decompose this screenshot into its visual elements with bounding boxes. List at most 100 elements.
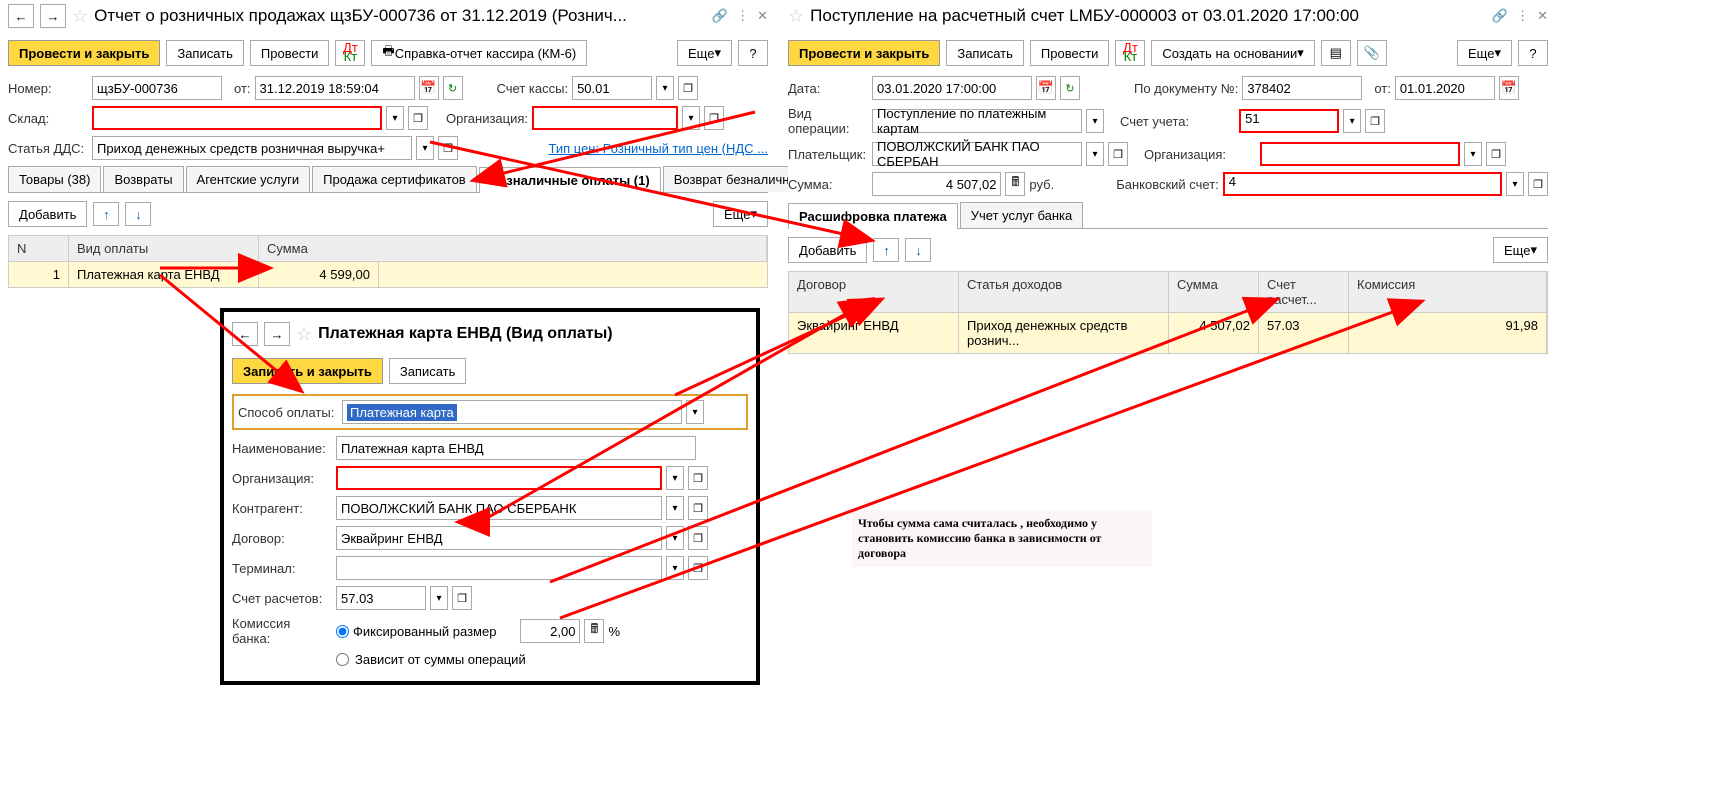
radio-fixed[interactable] bbox=[336, 625, 349, 638]
back-button[interactable]: ← bbox=[8, 4, 34, 28]
dkkt-button[interactable]: ДтКт bbox=[1115, 40, 1145, 66]
add-button[interactable]: Добавить bbox=[8, 201, 87, 227]
chevron-down-icon[interactable]: ▾ bbox=[666, 496, 684, 520]
add-button[interactable]: Добавить bbox=[788, 237, 867, 263]
process-button[interactable]: Провести bbox=[250, 40, 330, 66]
chevron-down-icon[interactable]: ▾ bbox=[682, 106, 700, 130]
chevron-down-icon[interactable]: ▾ bbox=[1464, 142, 1482, 166]
move-up-button[interactable]: ↑ bbox=[873, 238, 899, 262]
more-button[interactable]: Еще ▾ bbox=[1457, 40, 1512, 66]
back-button[interactable]: ← bbox=[232, 322, 258, 346]
close-icon[interactable]: ✕ bbox=[1537, 8, 1548, 24]
open-icon[interactable]: ❐ bbox=[678, 76, 698, 100]
dds-input[interactable]: Приход денежных средств розничная выручк… bbox=[92, 136, 412, 160]
forward-button[interactable]: → bbox=[264, 322, 290, 346]
chevron-down-icon[interactable]: ▾ bbox=[1343, 109, 1361, 133]
help-button[interactable]: ? bbox=[738, 40, 768, 66]
radio-depends[interactable] bbox=[336, 653, 349, 666]
docnum-input[interactable]: 378402 bbox=[1242, 76, 1362, 100]
contractor-input[interactable]: ПОВОЛЖСКИЙ БАНК ПАО СБЕРБАНК bbox=[336, 496, 662, 520]
star-icon[interactable]: ☆ bbox=[788, 6, 804, 27]
tab-bank-services[interactable]: Учет услуг банка bbox=[960, 202, 1083, 228]
tab-returns[interactable]: Возвраты bbox=[103, 166, 183, 192]
menu-icon[interactable]: ⋮ bbox=[1516, 8, 1529, 24]
fromdate-input[interactable]: 01.01.2020 bbox=[1395, 76, 1495, 100]
close-icon[interactable]: ✕ bbox=[757, 8, 768, 24]
forward-button[interactable]: → bbox=[40, 4, 66, 28]
star-icon[interactable]: ☆ bbox=[296, 324, 312, 345]
process-close-button[interactable]: Провести и закрыть bbox=[8, 40, 160, 66]
list-icon[interactable]: ▤ bbox=[1321, 40, 1351, 66]
chevron-down-icon[interactable]: ▾ bbox=[430, 586, 448, 610]
calc-icon[interactable]: 🖩 bbox=[584, 619, 604, 643]
chevron-down-icon[interactable]: ▾ bbox=[1086, 142, 1104, 166]
process-close-button[interactable]: Провести и закрыть bbox=[788, 40, 940, 66]
create-based-button[interactable]: Создать на основании ▾ bbox=[1151, 40, 1314, 66]
tab-goods[interactable]: Товары (38) bbox=[8, 166, 101, 192]
calendar-icon[interactable]: 📅 bbox=[1036, 76, 1056, 100]
move-down-button[interactable]: ↓ bbox=[905, 238, 931, 262]
open-icon[interactable]: ❐ bbox=[704, 106, 724, 130]
date-input[interactable]: 03.01.2020 17:00:00 bbox=[872, 76, 1032, 100]
comm-value-input[interactable]: 2,00 bbox=[520, 619, 580, 643]
help-button[interactable]: ? bbox=[1518, 40, 1548, 66]
save-close-button[interactable]: Записать и закрыть bbox=[232, 358, 383, 384]
chevron-down-icon[interactable]: ▾ bbox=[1506, 172, 1524, 196]
open-icon[interactable]: ❐ bbox=[438, 136, 458, 160]
name-input[interactable]: Платежная карта ЕНВД bbox=[336, 436, 696, 460]
org-input[interactable] bbox=[336, 466, 662, 490]
number-input[interactable]: щзБУ-000736 bbox=[92, 76, 222, 100]
link-icon[interactable]: 🔗 bbox=[1492, 8, 1508, 24]
bankacc-input[interactable]: 4 bbox=[1223, 172, 1502, 196]
tab-decode[interactable]: Расшифровка платежа bbox=[788, 203, 958, 229]
calendar-icon[interactable]: 📅 bbox=[1499, 76, 1519, 100]
open-icon[interactable]: ❐ bbox=[1528, 172, 1548, 196]
open-icon[interactable]: ❐ bbox=[1486, 142, 1506, 166]
price-type-link[interactable]: Тип цен: Розничный тип цен (НДС ... bbox=[548, 141, 768, 156]
tab-cert[interactable]: Продажа сертификатов bbox=[312, 166, 477, 192]
refresh-icon[interactable]: ↻ bbox=[443, 76, 463, 100]
open-icon[interactable]: ❐ bbox=[452, 586, 472, 610]
chevron-down-icon[interactable]: ▾ bbox=[666, 526, 684, 550]
menu-icon[interactable]: ⋮ bbox=[736, 8, 749, 24]
tab-noncash[interactable]: Безналичные оплаты (1) bbox=[479, 167, 661, 193]
open-icon[interactable]: ❐ bbox=[688, 466, 708, 490]
chevron-down-icon[interactable]: ▾ bbox=[686, 400, 704, 424]
org-input[interactable] bbox=[532, 106, 678, 130]
more-button[interactable]: Еще ▾ bbox=[677, 40, 732, 66]
dkkt-button[interactable]: ДтКт bbox=[335, 40, 365, 66]
chevron-down-icon[interactable]: ▾ bbox=[386, 106, 404, 130]
optype-input[interactable]: Поступление по платежным картам bbox=[872, 109, 1082, 133]
star-icon[interactable]: ☆ bbox=[72, 6, 88, 27]
table-row[interactable]: Эквайринг ЕНВД Приход денежных средств р… bbox=[789, 313, 1547, 353]
table-row[interactable]: 1 Платежная карта ЕНВД 4 599,00 bbox=[9, 262, 767, 287]
chevron-down-icon[interactable]: ▾ bbox=[1086, 109, 1104, 133]
calc-icon[interactable]: 🖩 bbox=[1005, 172, 1025, 196]
cash-account-input[interactable]: 50.01 bbox=[572, 76, 652, 100]
open-icon[interactable]: ❐ bbox=[688, 496, 708, 520]
more-button[interactable]: Еще ▾ bbox=[1493, 237, 1548, 263]
move-up-button[interactable]: ↑ bbox=[93, 202, 119, 226]
km6-button[interactable]: 🖶 Справка-отчет кассира (КМ-6) bbox=[371, 40, 587, 66]
payer-input[interactable]: ПОВОЛЖСКИЙ БАНК ПАО СБЕРБАН bbox=[872, 142, 1082, 166]
save-button[interactable]: Записать bbox=[389, 358, 467, 384]
open-icon[interactable]: ❐ bbox=[408, 106, 428, 130]
calendar-icon[interactable]: 📅 bbox=[419, 76, 439, 100]
open-icon[interactable]: ❐ bbox=[1108, 142, 1128, 166]
chevron-down-icon[interactable]: ▾ bbox=[656, 76, 674, 100]
open-icon[interactable]: ❐ bbox=[688, 556, 708, 580]
method-input[interactable]: Платежная карта bbox=[342, 400, 682, 424]
chevron-down-icon[interactable]: ▾ bbox=[666, 466, 684, 490]
terminal-input[interactable] bbox=[336, 556, 662, 580]
open-icon[interactable]: ❐ bbox=[688, 526, 708, 550]
attach-icon[interactable]: 📎 bbox=[1357, 40, 1387, 66]
org-input[interactable] bbox=[1260, 142, 1460, 166]
account-input[interactable]: 51 bbox=[1239, 109, 1339, 133]
move-down-button[interactable]: ↓ bbox=[125, 202, 151, 226]
contract-input[interactable]: Эквайринг ЕНВД bbox=[336, 526, 662, 550]
chevron-down-icon[interactable]: ▾ bbox=[666, 556, 684, 580]
refresh-icon[interactable]: ↻ bbox=[1060, 76, 1080, 100]
open-icon[interactable]: ❐ bbox=[1365, 109, 1385, 133]
chevron-down-icon[interactable]: ▾ bbox=[416, 136, 434, 160]
tab-agent[interactable]: Агентские услуги bbox=[186, 166, 311, 192]
